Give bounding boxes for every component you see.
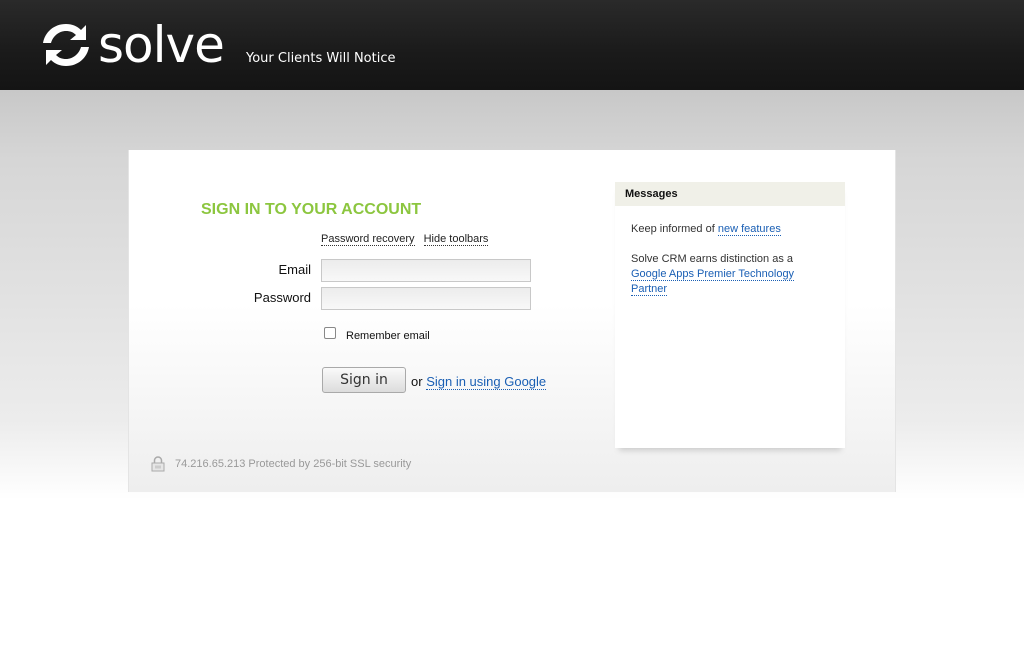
message-text: Solve CRM earns distinction as a bbox=[631, 253, 794, 265]
remember-email-checkbox[interactable] bbox=[324, 327, 336, 339]
signin-options: Password recovery Hide toolbars bbox=[321, 233, 494, 246]
tagline: Your Clients Will Notice bbox=[246, 51, 396, 66]
messages-title: Messages bbox=[615, 182, 845, 206]
signin-title: SIGN IN TO YOUR ACCOUNT bbox=[201, 201, 422, 218]
email-label: Email bbox=[278, 262, 311, 277]
remember-email-row: Remember email bbox=[324, 327, 430, 342]
hide-toolbars-link[interactable]: Hide toolbars bbox=[423, 233, 489, 246]
password-field[interactable] bbox=[321, 287, 531, 310]
security-text: 74.216.65.213 Protected by 256-bit SSL s… bbox=[175, 458, 412, 470]
site-header: solve Your Clients Will Notice bbox=[0, 0, 1024, 90]
password-recovery-link[interactable]: Password recovery bbox=[321, 233, 415, 246]
message-text: Keep informed of bbox=[631, 223, 718, 235]
google-signin-row: or Sign in using Google bbox=[411, 374, 547, 390]
messages-panel: Messages Keep informed of new features S… bbox=[615, 182, 845, 448]
solve-logo[interactable]: solve bbox=[38, 16, 225, 74]
signin-card: SIGN IN TO YOUR ACCOUNT Password recover… bbox=[128, 150, 896, 492]
security-notice: 74.216.65.213 Protected by 256-bit SSL s… bbox=[151, 456, 411, 472]
sync-arrows-icon bbox=[43, 24, 89, 66]
signin-button[interactable]: Sign in bbox=[322, 367, 406, 393]
google-apps-partner-link[interactable]: Google Apps Premier Technology Partner bbox=[631, 268, 795, 296]
google-signin-link[interactable]: Sign in using Google bbox=[426, 374, 547, 390]
or-text: or bbox=[411, 374, 423, 389]
logo-text: solve bbox=[98, 16, 225, 74]
lock-icon bbox=[151, 456, 165, 472]
email-field[interactable] bbox=[321, 259, 531, 282]
message-item: Solve CRM earns distinction as a Google … bbox=[615, 252, 845, 297]
new-features-link[interactable]: new features bbox=[717, 223, 781, 236]
remember-email-label: Remember email bbox=[346, 330, 430, 342]
message-item: Keep informed of new features bbox=[615, 222, 845, 237]
password-label: Password bbox=[253, 290, 311, 305]
